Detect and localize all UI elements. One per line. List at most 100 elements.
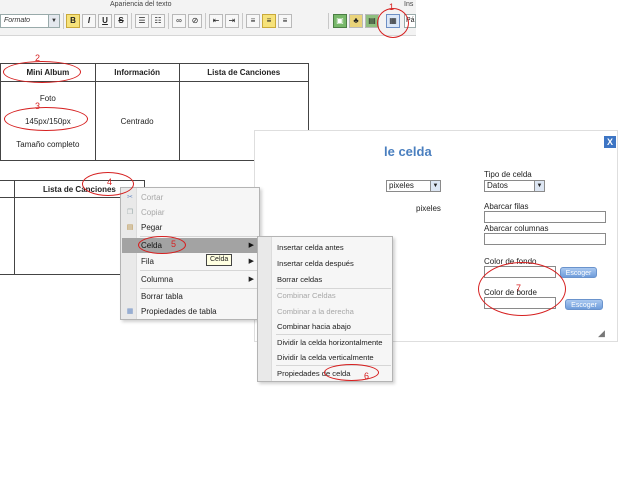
menu-separator (140, 270, 258, 271)
menu-item-label: Pegar (141, 223, 163, 232)
underline-button[interactable]: U (98, 14, 112, 28)
annotation-ellipse-2 (3, 61, 81, 83)
annotation-number-1: 1 (389, 2, 395, 12)
submenu-item-merge-right[interactable]: Combinar a la derecha (259, 304, 392, 319)
submenu-arrow-icon: ▶ (248, 276, 254, 283)
submenu-item-delete-cells[interactable]: Borrar celdas (259, 272, 392, 287)
editor-toolbar: Apariencia del texto Ins Formato ▼ B I U… (0, 0, 416, 36)
cell-type-label: Tipo de celda (484, 170, 532, 179)
colspan-input[interactable] (484, 233, 606, 245)
menu-item-copiar[interactable]: ❐ Copiar (122, 205, 259, 220)
format-select-value: Formato (4, 17, 31, 24)
submenu-item-insert-after[interactable]: Insertar celda después (259, 256, 392, 271)
link-icon: ∞ (176, 16, 182, 25)
toolbar-separator (242, 13, 243, 29)
submenu-item-merge-cells[interactable]: Combinar Celdas (259, 288, 392, 303)
submenu-item-split-vertical[interactable]: Dividir la celda verticalmente (259, 350, 392, 365)
film-icon: ▤ (368, 16, 376, 25)
menu-item-propiedades-tabla[interactable]: ▦ Propiedades de tabla (122, 304, 259, 319)
unlink-icon: ⊘ (191, 16, 199, 25)
table-properties-icon: ▦ (126, 308, 134, 315)
resize-handle-icon[interactable]: ◢ (598, 328, 605, 339)
outdent-icon: ⇤ (212, 16, 220, 25)
units-select-value: pixeles (389, 181, 414, 190)
rowspan-input[interactable] (484, 211, 606, 223)
colspan-label: Abarcar columnas (484, 224, 549, 233)
image-icon: ▣ (336, 16, 344, 25)
insert-image-button[interactable]: ▣ (333, 14, 347, 28)
annotation-ellipse-1 (377, 8, 409, 38)
choose-bg-color-button[interactable]: Escoger (560, 267, 597, 278)
toolbar-separator (328, 13, 329, 29)
bold-button[interactable]: B (66, 14, 80, 28)
chevron-down-icon: ▼ (534, 181, 544, 191)
menu-item-label: Copiar (141, 208, 165, 217)
menu-item-label: Borrar tabla (141, 292, 183, 301)
table-cell[interactable] (0, 197, 15, 275)
submenu-item-split-horizontal[interactable]: Dividir la celda horizontalmente (259, 335, 392, 350)
blank-header-cell[interactable] (0, 180, 15, 198)
annotation-number-3: 3 (35, 101, 41, 111)
align-center-button[interactable]: ≡ (262, 14, 276, 28)
full-size-text: Tamaño completo (16, 139, 80, 149)
menu-item-label: Propiedades de tabla (141, 307, 217, 316)
annotation-number-4: 4 (107, 177, 113, 187)
info-cell[interactable]: Centrado (94, 81, 180, 161)
menu-item-label: Cortar (141, 193, 164, 202)
link-button[interactable]: ∞ (172, 14, 186, 28)
media-icon: ♣ (353, 16, 359, 25)
format-select[interactable]: Formato ▼ (0, 14, 60, 28)
bullet-list-button[interactable]: ☰ (135, 14, 149, 28)
align-left-icon: ≡ (250, 16, 256, 25)
annotation-number-7: 7 (516, 283, 522, 293)
paste-icon: ▤ (126, 224, 134, 231)
menu-item-columna[interactable]: Columna ▶ (122, 272, 259, 287)
cell-submenu: Insertar celda antes Insertar celda desp… (257, 236, 393, 382)
toolbar-caption-insert: Ins (404, 1, 414, 8)
italic-button[interactable]: I (82, 14, 96, 28)
chevron-down-icon: ▼ (430, 181, 440, 191)
indent-icon: ⇥ (228, 16, 236, 25)
context-menu: ✂ Cortar ❐ Copiar ▤ Pegar Celda ▶ Fila ▶… (120, 187, 260, 320)
copy-icon: ❐ (126, 209, 134, 216)
menu-item-cortar[interactable]: ✂ Cortar (122, 190, 259, 205)
units-label: pixeles (416, 204, 441, 213)
numbered-list-icon: ☷ (154, 16, 162, 25)
menu-item-pegar[interactable]: ▤ Pegar (122, 220, 259, 235)
indent-button[interactable]: ⇥ (225, 14, 239, 28)
choose-border-color-button[interactable]: Escoger (565, 299, 603, 310)
submenu-item-merge-down[interactable]: Combinar hacia abajo (259, 319, 392, 334)
menu-item-fila[interactable]: Fila ▶ (122, 254, 259, 269)
toolbar-separator (63, 13, 64, 29)
align-left-button[interactable]: ≡ (246, 14, 260, 28)
header-informacion[interactable]: Información (94, 63, 180, 82)
tooltip-celda: Celda (206, 254, 233, 266)
numbered-list-button[interactable]: ☷ (151, 14, 165, 28)
header-lista-canciones[interactable]: Lista de Canciones (178, 63, 309, 82)
close-button[interactable]: X (604, 136, 616, 148)
menu-item-borrar-tabla[interactable]: Borrar tabla (122, 289, 259, 304)
rowspan-label: Abarcar filas (484, 202, 529, 211)
units-select[interactable]: pixeles ▼ (386, 180, 441, 192)
annotation-ellipse-5 (138, 236, 186, 254)
align-center-icon: ≡ (266, 16, 272, 25)
toolbar-separator (131, 13, 132, 29)
dialog-title: le celda (384, 144, 432, 159)
submenu-item-insert-before[interactable]: Insertar celda antes (259, 240, 392, 255)
submenu-arrow-icon: ▶ (248, 242, 254, 249)
align-right-button[interactable]: ≡ (278, 14, 292, 28)
toolbar-separator (168, 13, 169, 29)
annotation-number-2: 2 (35, 53, 41, 63)
bullet-list-icon: ☰ (138, 16, 146, 25)
strikethrough-button[interactable]: S (114, 14, 128, 28)
chevron-down-icon: ▼ (48, 15, 59, 27)
insert-media-button[interactable]: ♣ (349, 14, 363, 28)
submenu-arrow-icon: ▶ (248, 258, 254, 265)
cell-type-select[interactable]: Datos ▼ (484, 180, 545, 192)
annotation-ellipse-3 (4, 107, 88, 131)
menu-item-label: Columna (141, 275, 174, 284)
scissors-icon: ✂ (127, 194, 133, 201)
unlink-button[interactable]: ⊘ (188, 14, 202, 28)
cell-type-value: Datos (487, 181, 508, 190)
outdent-button[interactable]: ⇤ (209, 14, 223, 28)
